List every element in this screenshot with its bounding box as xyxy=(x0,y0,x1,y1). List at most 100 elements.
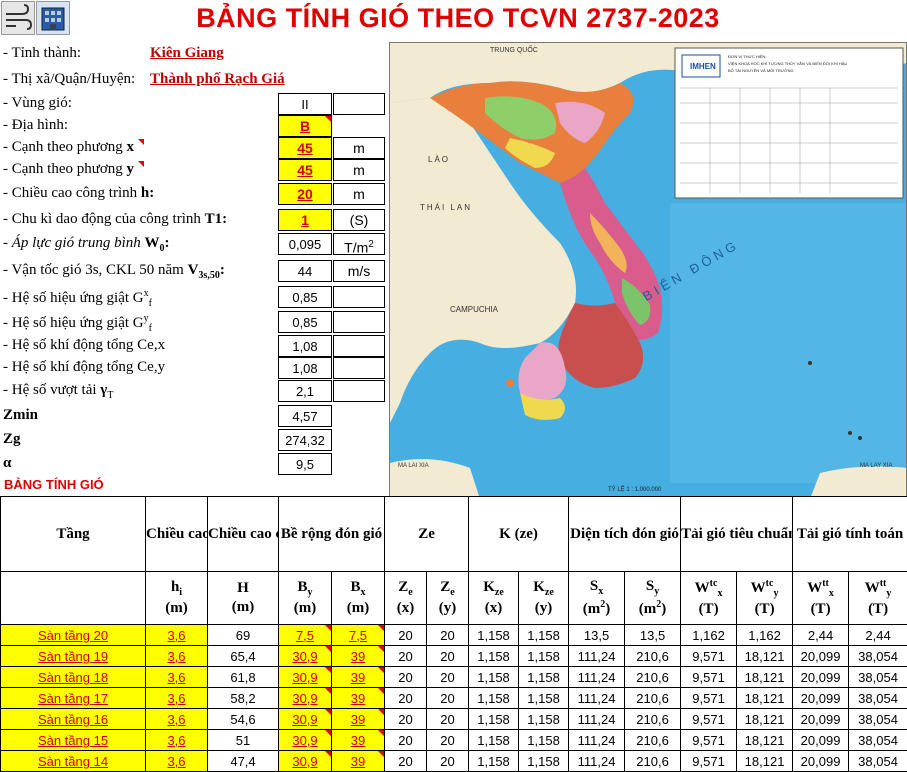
wind-icon[interactable] xyxy=(1,1,35,35)
floor-height-cell[interactable]: 3,6 xyxy=(146,709,208,730)
floor-height-cell[interactable]: 3,6 xyxy=(146,688,208,709)
map-label-malaysia-west: MA LAI XIA xyxy=(398,463,429,469)
wind-table-body: Sàn tầng 203,6697,57,520201,1581,15813,5… xyxy=(1,625,907,772)
table-row: Sàn tầng 173,658,230,93920201,1581,15811… xyxy=(1,688,907,709)
kze-x-cell: 1,158 xyxy=(469,751,519,772)
w0-value: 0,095 xyxy=(278,233,332,255)
width-y-cell[interactable]: 30,9 xyxy=(279,667,332,688)
province-value[interactable]: Kiên Giang xyxy=(150,45,224,62)
floor-height-cell[interactable]: 3,6 xyxy=(146,667,208,688)
param-label: Zg xyxy=(3,431,21,448)
unit-cell xyxy=(333,380,385,402)
kze-x-cell: 1,158 xyxy=(469,667,519,688)
wtt-y-cell: 38,054 xyxy=(849,667,907,688)
param-label: - Cạnh theo phương xyxy=(3,139,127,155)
wind-zone-value[interactable]: II xyxy=(278,93,332,115)
map-scale: TỶ LỆ 1 : 1.000.000 xyxy=(608,487,661,493)
param-symbol: V xyxy=(188,262,199,278)
width-x-cell[interactable]: 7,5 xyxy=(332,625,385,646)
wtc-x-cell: 9,571 xyxy=(681,709,737,730)
param-colon: : xyxy=(165,235,170,251)
subheader-wtty: Wtty(T) xyxy=(849,572,907,625)
cex-value: 1,08 xyxy=(278,335,332,357)
width-y-cell[interactable]: 30,9 xyxy=(279,688,332,709)
side-x-value[interactable]: 45 xyxy=(278,137,332,159)
width-y-cell[interactable]: 30,9 xyxy=(279,730,332,751)
area-x-cell: 111,24 xyxy=(569,730,625,751)
terrain-value[interactable]: B xyxy=(278,115,332,137)
width-x-cell[interactable]: 39 xyxy=(332,751,385,772)
floor-name-cell[interactable]: Sàn tầng 15 xyxy=(1,730,146,751)
floor-name-cell[interactable]: Sàn tầng 20 xyxy=(1,625,146,646)
wtt-x-cell: 20,099 xyxy=(793,646,849,667)
cey-value: 1,08 xyxy=(278,357,332,379)
comment-marker[interactable] xyxy=(138,139,144,145)
subheader-zey: Ze(y) xyxy=(427,572,469,625)
param-label: - Hệ số vượt tải xyxy=(3,382,100,398)
width-y-cell[interactable]: 30,9 xyxy=(279,646,332,667)
ze-x-cell: 20 xyxy=(385,709,427,730)
wtt-y-cell: 38,054 xyxy=(849,730,907,751)
param-label: - Vận tốc gió 3s, CKL 50 năm xyxy=(3,262,188,278)
width-x-cell[interactable]: 39 xyxy=(332,730,385,751)
param-colon: : xyxy=(220,262,225,278)
period-value[interactable]: 1 xyxy=(278,209,332,231)
param-zg: Zg 274,32 xyxy=(0,429,386,451)
wtc-x-cell: 9,571 xyxy=(681,751,737,772)
wind-zone-map: TRUNG QUỐC LÀO THÁI LAN CAMPUCHIA BIỂN Đ… xyxy=(389,42,907,498)
gamma-value: 2,1 xyxy=(278,380,332,402)
table-row: Sàn tầng 143,647,430,93920201,1581,15811… xyxy=(1,751,907,772)
district-value[interactable]: Thành phố Rạch Giá xyxy=(150,71,285,88)
building-height-cell: 58,2 xyxy=(208,688,279,709)
area-y-cell: 13,5 xyxy=(625,625,681,646)
header-area: Diện tích đón gió xyxy=(569,497,681,572)
width-y-cell[interactable]: 30,9 xyxy=(279,709,332,730)
subheader-wtcx: Wtcx(T) xyxy=(681,572,737,625)
map-label-malaysia-east: MA LAY XIA xyxy=(860,463,892,469)
subheader-bx: Bx(m) xyxy=(332,572,385,625)
width-x-cell[interactable]: 39 xyxy=(332,688,385,709)
floor-name-cell[interactable]: Sàn tầng 16 xyxy=(1,709,146,730)
wtt-y-cell: 38,054 xyxy=(849,751,907,772)
area-x-cell: 111,24 xyxy=(569,667,625,688)
floor-name-cell[interactable]: Sàn tầng 14 xyxy=(1,751,146,772)
wtt-x-cell: 20,099 xyxy=(793,667,849,688)
floor-height-cell[interactable]: 3,6 xyxy=(146,730,208,751)
width-y-cell[interactable]: 30,9 xyxy=(279,751,332,772)
map-org-line: BỘ TÀI NGUYÊN VÀ MÔI TRƯỜNG xyxy=(728,67,898,74)
param-zmin: Zmin 4,57 xyxy=(0,405,386,427)
width-y-cell[interactable]: 7,5 xyxy=(279,625,332,646)
kze-y-cell: 1,158 xyxy=(519,625,569,646)
header-wtt: Tải gió tính toán xyxy=(793,497,907,572)
unit-cell: (S) xyxy=(333,209,385,231)
wtc-x-cell: 9,571 xyxy=(681,730,737,751)
comment-marker[interactable] xyxy=(138,161,144,167)
height-value[interactable]: 20 xyxy=(278,183,332,205)
side-y-value[interactable]: 45 xyxy=(278,159,332,181)
subheader-hi: hi(m) xyxy=(146,572,208,625)
param-symbol: W xyxy=(145,235,160,251)
wtt-y-cell: 38,054 xyxy=(849,646,907,667)
param-label: - Chiều cao công trình xyxy=(3,185,141,201)
wtt-y-cell: 38,054 xyxy=(849,709,907,730)
header-ze: Ze xyxy=(385,497,469,572)
width-x-cell[interactable]: 39 xyxy=(332,667,385,688)
floor-height-cell[interactable]: 3,6 xyxy=(146,625,208,646)
floor-height-cell[interactable]: 3,6 xyxy=(146,751,208,772)
floor-name-cell[interactable]: Sàn tầng 19 xyxy=(1,646,146,667)
building-icon[interactable] xyxy=(36,1,70,35)
subheader-by: By(m) xyxy=(279,572,332,625)
area-y-cell: 210,6 xyxy=(625,667,681,688)
floor-name-cell[interactable]: Sàn tầng 18 xyxy=(1,667,146,688)
width-x-cell[interactable]: 39 xyxy=(332,646,385,667)
floor-name-cell[interactable]: Sàn tầng 17 xyxy=(1,688,146,709)
unit-cell: m xyxy=(333,159,385,181)
wtt-x-cell: 20,099 xyxy=(793,688,849,709)
param-side-y: - Cạnh theo phương y 45 m xyxy=(0,159,386,181)
ze-y-cell: 20 xyxy=(427,667,469,688)
width-x-cell[interactable]: 39 xyxy=(332,709,385,730)
param-label: - Cạnh theo phương xyxy=(3,161,127,177)
param-gx: - Hệ số hiệu ứng giật Gxf 0,85 xyxy=(0,286,386,308)
floor-height-cell[interactable]: 3,6 xyxy=(146,646,208,667)
area-y-cell: 210,6 xyxy=(625,688,681,709)
